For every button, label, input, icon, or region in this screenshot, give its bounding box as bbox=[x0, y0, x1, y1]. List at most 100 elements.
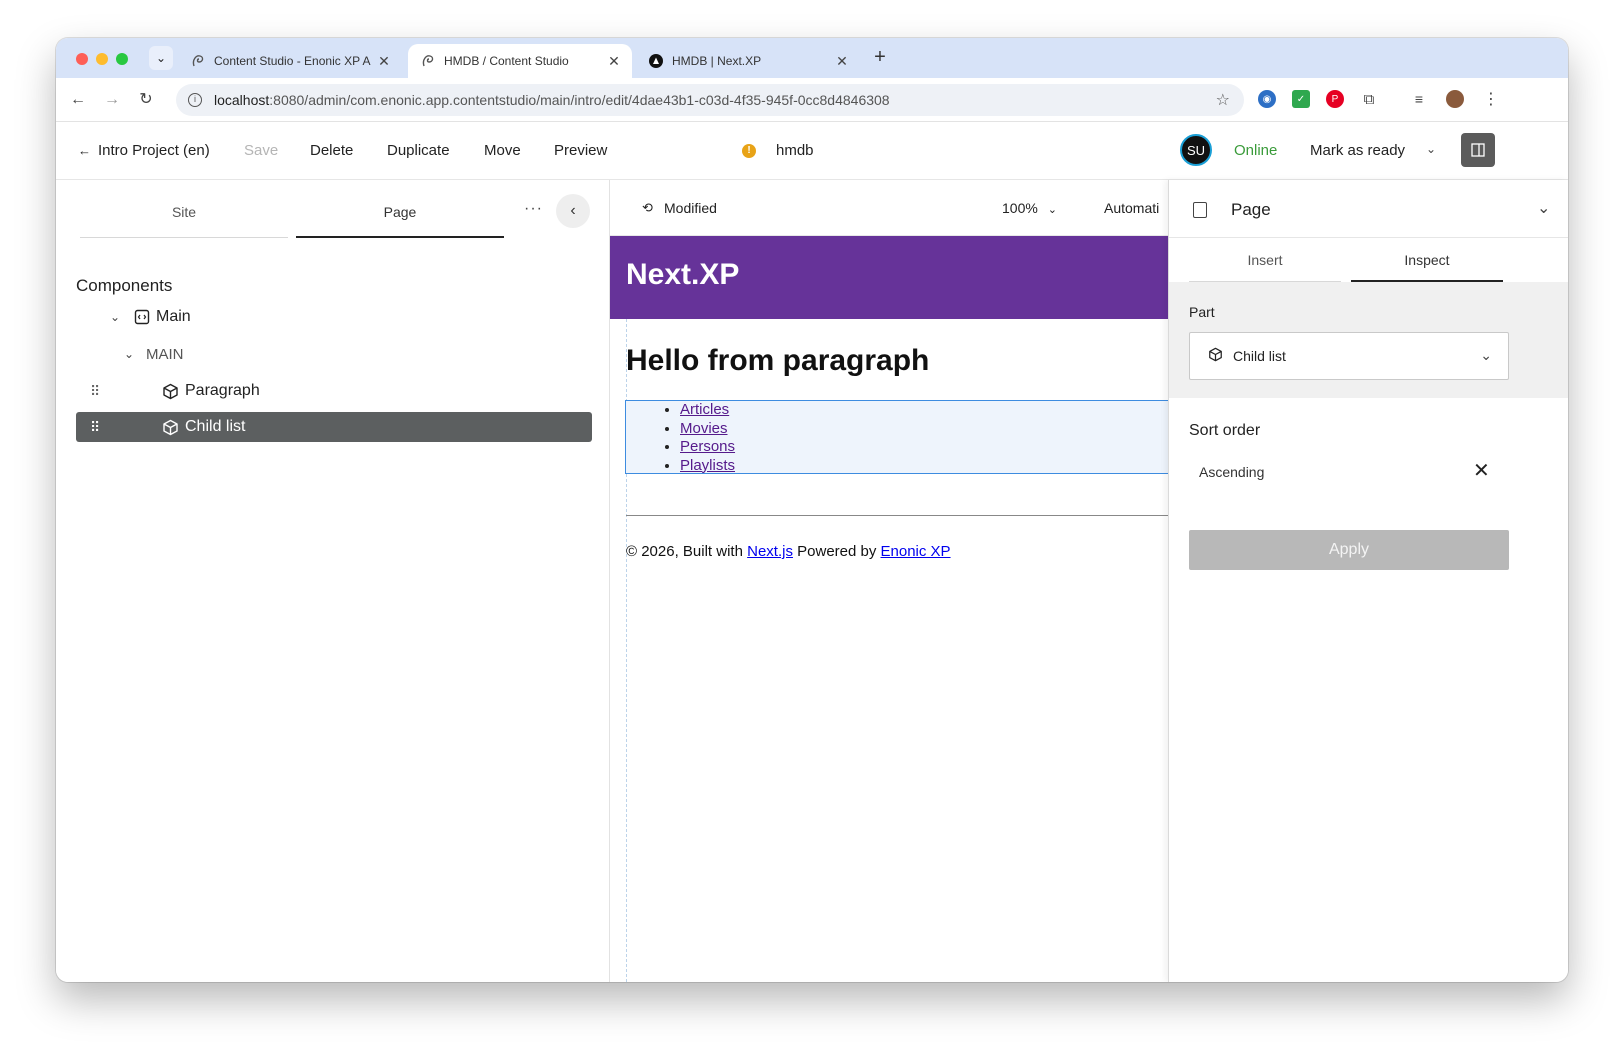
project-back-button[interactable]: Intro Project (en) bbox=[98, 142, 210, 159]
chevron-down-icon[interactable]: ⌄ bbox=[110, 310, 126, 324]
tab-inspect[interactable]: Inspect bbox=[1351, 252, 1503, 282]
modified-status[interactable]: Modified bbox=[664, 200, 717, 216]
tab-insert[interactable]: Insert bbox=[1189, 252, 1341, 282]
link-persons[interactable]: Persons bbox=[680, 438, 735, 455]
list-item: Articles bbox=[680, 401, 1168, 420]
sort-order-label: Sort order bbox=[1189, 422, 1261, 439]
tree-item-label: Main bbox=[156, 308, 191, 325]
close-window-button[interactable] bbox=[76, 53, 88, 65]
delete-button[interactable]: Delete bbox=[310, 142, 353, 159]
part-dropdown-value: Child list bbox=[1233, 348, 1286, 364]
online-status: Online bbox=[1234, 142, 1278, 159]
site-brand[interactable]: Next.XP bbox=[626, 258, 739, 292]
drag-handle-icon[interactable]: ⠿ bbox=[90, 383, 102, 400]
chevron-down-icon[interactable]: ⌄ bbox=[1537, 198, 1550, 218]
more-options-icon[interactable]: ··· bbox=[524, 200, 543, 218]
tree-item-label: MAIN bbox=[146, 345, 184, 363]
toggle-context-panel-button[interactable] bbox=[1461, 133, 1495, 167]
move-button[interactable]: Move bbox=[484, 142, 521, 159]
page-preview: ⟲ Modified 100% ⌄ Automati Next.XP Hello… bbox=[610, 180, 1168, 982]
context-panel-title: Page bbox=[1231, 200, 1271, 219]
tree-item-paragraph[interactable]: ⠿ Paragraph bbox=[76, 376, 592, 406]
mark-as-ready-button[interactable]: Mark as ready bbox=[1310, 142, 1405, 159]
shield-extension-icon[interactable]: ✓ bbox=[1292, 90, 1310, 108]
back-arrow-icon[interactable]: ← bbox=[66, 88, 90, 112]
url-path: :8080/admin/com.enonic.app.contentstudio… bbox=[269, 92, 890, 108]
paragraph-heading[interactable]: Hello from paragraph bbox=[626, 344, 929, 378]
enonic-favicon-icon bbox=[190, 53, 206, 69]
url-host: localhost bbox=[214, 92, 270, 108]
browser-tab-hmdb-content-studio[interactable]: HMDB / Content Studio ✕ bbox=[408, 44, 632, 78]
save-button[interactable]: Save bbox=[244, 142, 278, 159]
chevron-down-icon[interactable]: ⌄ bbox=[1426, 142, 1436, 156]
link-movies[interactable]: Movies bbox=[680, 420, 728, 437]
tree-item-main[interactable]: ⌄ Main bbox=[76, 302, 592, 332]
part-cube-icon bbox=[162, 419, 179, 436]
chevron-down-icon[interactable]: ⌄ bbox=[124, 347, 140, 361]
address-bar[interactable]: i localhost:8080/admin/com.enonic.app.co… bbox=[176, 84, 1244, 116]
user-avatar[interactable]: SU bbox=[1180, 134, 1212, 166]
duplicate-button[interactable]: Duplicate bbox=[387, 142, 450, 159]
tab-search-button[interactable]: ⌄ bbox=[149, 46, 173, 70]
bookmark-star-icon[interactable]: ☆ bbox=[1216, 90, 1230, 110]
zoom-value: 100% bbox=[1002, 200, 1038, 216]
profile-avatar-icon[interactable] bbox=[1446, 90, 1464, 108]
zoom-select[interactable]: 100% ⌄ bbox=[1002, 200, 1057, 216]
browser-tab-content-studio[interactable]: Content Studio - Enonic XP A ✕ bbox=[178, 44, 402, 78]
nextjs-favicon-icon bbox=[648, 53, 664, 69]
part-dropdown[interactable]: Child list ⌄ bbox=[1189, 332, 1509, 380]
link-playlists[interactable]: Playlists bbox=[680, 457, 735, 474]
history-icon: ⟲ bbox=[642, 200, 653, 215]
maximize-window-button[interactable] bbox=[116, 53, 128, 65]
warning-icon: ! bbox=[742, 144, 756, 158]
part-label: Part bbox=[1189, 304, 1215, 320]
list-item: Playlists bbox=[680, 457, 1168, 476]
part-cube-icon bbox=[1208, 347, 1223, 365]
close-tab-icon[interactable]: ✕ bbox=[606, 53, 622, 70]
chevron-down-icon[interactable]: ⌄ bbox=[1480, 347, 1492, 364]
browser-window: ⌄ Content Studio - Enonic XP A ✕ HMDB / … bbox=[56, 38, 1568, 982]
apply-button[interactable]: Apply bbox=[1189, 530, 1509, 570]
list-item: Movies bbox=[680, 420, 1168, 439]
password-manager-icon[interactable]: ◉ bbox=[1258, 90, 1276, 108]
new-tab-button[interactable]: + bbox=[868, 46, 892, 68]
site-info-icon[interactable]: i bbox=[188, 93, 202, 107]
components-heading: Components bbox=[76, 276, 173, 295]
component-tree-panel: Site Page ··· ‹ Components ⌄ Main ⌄ MAIN… bbox=[56, 180, 610, 982]
tree-item-region-main[interactable]: ⌄ MAIN bbox=[76, 339, 592, 369]
close-tab-icon[interactable]: ✕ bbox=[834, 53, 850, 70]
media-controls-icon[interactable]: ≡ bbox=[1410, 90, 1428, 108]
context-panel: Page ⌄ Insert Inspect Part Child list ⌄ … bbox=[1168, 180, 1568, 982]
device-select[interactable]: Automati bbox=[1104, 200, 1159, 216]
site-header: Next.XP bbox=[610, 236, 1168, 319]
minimize-window-button[interactable] bbox=[96, 53, 108, 65]
tab-site[interactable]: Site bbox=[80, 204, 288, 238]
tree-item-child-list[interactable]: ⠿ Child list bbox=[76, 412, 592, 442]
chevron-down-icon: ⌄ bbox=[1047, 204, 1057, 216]
clear-icon[interactable]: ✕ bbox=[1473, 458, 1490, 483]
link-articles[interactable]: Articles bbox=[680, 401, 729, 418]
footer-text: Powered by bbox=[792, 543, 881, 560]
preview-button[interactable]: Preview bbox=[554, 142, 607, 159]
collapse-panel-button[interactable]: ‹ bbox=[556, 194, 590, 228]
close-tab-icon[interactable]: ✕ bbox=[376, 53, 392, 70]
drag-handle-icon[interactable]: ⠿ bbox=[90, 419, 102, 436]
forward-arrow-icon[interactable]: → bbox=[100, 88, 124, 112]
content-name: hmdb bbox=[776, 142, 814, 159]
enonic-xp-link[interactable]: Enonic XP bbox=[881, 543, 951, 560]
tab-title: HMDB | Next.XP bbox=[672, 54, 762, 68]
browser-tab-hmdb-nextxp[interactable]: HMDB | Next.XP ✕ bbox=[636, 44, 860, 78]
sort-order-value[interactable]: Ascending bbox=[1199, 464, 1264, 480]
back-arrow-icon[interactable]: ← bbox=[78, 143, 91, 158]
tree-item-label: Child list bbox=[185, 418, 246, 435]
tab-page[interactable]: Page bbox=[296, 204, 504, 238]
reload-icon[interactable]: ↻ bbox=[134, 88, 158, 112]
nextjs-link[interactable]: Next.js bbox=[747, 543, 793, 560]
pinterest-icon[interactable]: P bbox=[1326, 90, 1344, 108]
page-template-icon bbox=[134, 309, 150, 325]
context-panel-header[interactable]: Page ⌄ bbox=[1169, 180, 1568, 238]
browser-menu-icon[interactable]: ⋮ bbox=[1482, 90, 1500, 108]
child-list-component[interactable]: Articles Movies Persons Playlists bbox=[625, 400, 1168, 474]
list-item: Persons bbox=[680, 438, 1168, 457]
extensions-puzzle-icon[interactable]: ⧉ bbox=[1360, 90, 1378, 108]
